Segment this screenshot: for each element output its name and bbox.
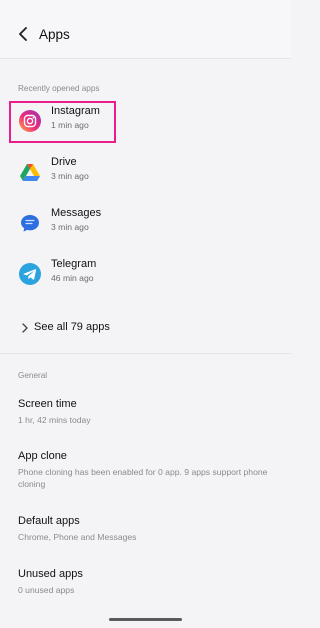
setting-subtitle: Phone cloning has been enabled for 0 app… [18,467,268,489]
setting-subtitle: 1 hr, 42 mins today [18,415,91,425]
page-title: Apps [39,27,70,42]
section-label-recent: Recently opened apps [18,84,100,93]
drive-icon [20,164,40,181]
list-item-telegram[interactable]: Telegram 46 min ago [0,252,291,298]
list-item-messages[interactable]: Messages 3 min ago [0,201,291,247]
setting-screen-time[interactable]: Screen time 1 hr, 42 mins today [0,398,291,432]
messages-icon [21,215,39,232]
telegram-icon [19,263,41,285]
see-all-apps-link[interactable]: See all 79 apps [18,318,158,340]
section-label-general: General [18,371,48,380]
chevron-right-icon [22,323,28,333]
setting-title: Default apps [18,515,80,527]
app-name: Messages [51,207,102,219]
setting-title: Unused apps [18,568,83,580]
back-arrow-icon[interactable] [14,24,34,44]
header-divider [0,58,291,59]
app-bar: Apps [0,0,291,58]
setting-subtitle: 0 unused apps [18,585,75,595]
app-name: Drive [51,156,77,168]
gesture-nav-bar[interactable] [109,618,182,621]
setting-app-clone[interactable]: App clone Phone cloning has been enabled… [0,450,291,498]
setting-default-apps[interactable]: Default apps Chrome, Phone and Messages [0,515,291,549]
app-last-opened: 3 min ago [51,171,89,181]
highlight-box [9,101,116,143]
app-name: Telegram [51,258,97,270]
section-divider [0,353,291,354]
app-last-opened: 46 min ago [51,273,94,283]
see-all-label: See all 79 apps [34,321,110,333]
setting-unused-apps[interactable]: Unused apps 0 unused apps [0,568,291,602]
setting-title: App clone [18,450,67,462]
setting-subtitle: Chrome, Phone and Messages [18,532,137,542]
app-last-opened: 3 min ago [51,222,89,232]
list-item-drive[interactable]: Drive 3 min ago [0,150,291,196]
setting-title: Screen time [18,398,77,410]
